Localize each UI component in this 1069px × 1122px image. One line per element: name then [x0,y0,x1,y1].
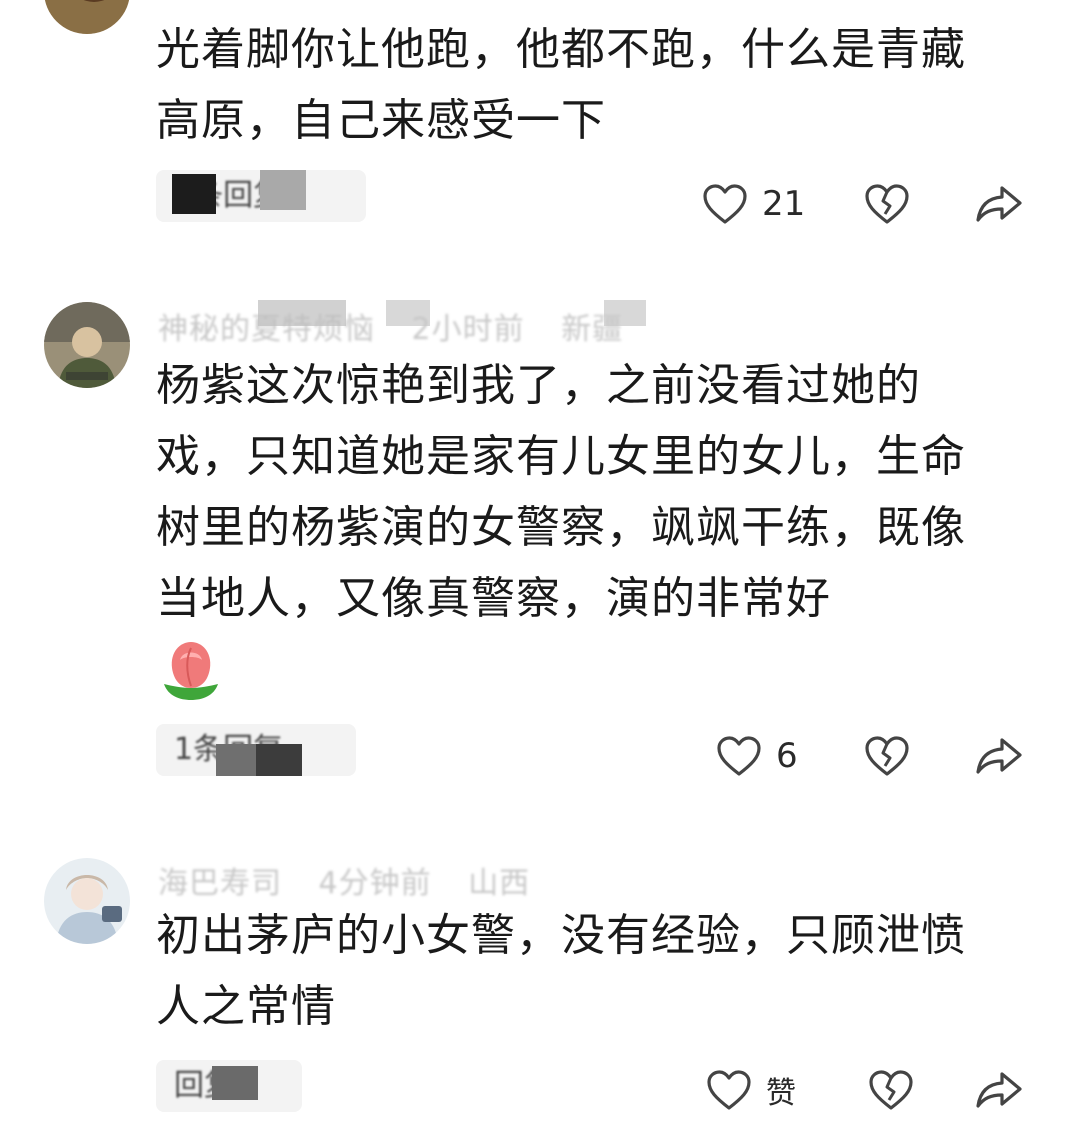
like-count: 21 [762,184,806,224]
dislike-button[interactable] [864,174,910,234]
broken-heart-icon [869,1070,913,1110]
comment-text: 初出茅庐的小女警，没有经验，只顾泄愤人之常情 [156,910,966,1032]
mosaic-block [258,300,346,326]
share-arrow-icon [976,186,1022,222]
mosaic-block [386,300,430,326]
dislike-button[interactable] [868,1060,914,1120]
heart-outline-icon [703,184,747,224]
comment-3: 海巴寿司 4分钟前 山西 初出茅庐的小女警，没有经验，只顾泄愤人之常情 回复 赞 [0,848,1069,1122]
share-button[interactable] [975,174,1023,234]
broken-heart-icon [865,736,909,776]
heart-outline-icon [717,736,761,776]
rose-emoji-icon [164,642,218,700]
avatar[interactable] [44,302,130,388]
comment-actions: 21 [0,174,1069,234]
avatar[interactable] [44,0,130,34]
comment-time: 4分钟前 [318,866,432,901]
comment-1: 光着脚你让他跑，他都不跑，什么是青藏高原，自己来感受一下 1条回复 21 [0,0,1069,260]
comment-location: 山西 [468,866,531,901]
comment-actions: 赞 [0,1060,1069,1120]
share-arrow-icon [976,738,1022,774]
like-button[interactable]: 6 [716,726,798,786]
comment-2: 神秘的夏特烦恼 2小时前 新疆 杨紫这次惊艳到我了，之前没看过她的戏，只知道她是… [0,290,1069,810]
like-label: 赞 [766,1076,796,1111]
like-button[interactable]: 赞 [706,1060,796,1120]
comment-text: 光着脚你让他跑，他都不跑，什么是青藏高原，自己来感受一下 [156,24,966,146]
share-arrow-icon [976,1072,1022,1108]
share-button[interactable] [975,1060,1023,1120]
username[interactable]: 海巴寿司 [158,866,282,901]
dislike-button[interactable] [864,726,910,786]
mosaic-block [604,300,646,326]
broken-heart-icon [865,184,909,224]
heart-outline-icon [707,1070,751,1110]
like-button[interactable]: 21 [702,174,805,234]
avatar[interactable] [44,858,130,944]
like-count: 6 [776,736,798,776]
share-button[interactable] [975,726,1023,786]
comment-text: 杨紫这次惊艳到我了，之前没看过她的戏，只知道她是家有儿女里的女儿，生命树里的杨紫… [156,360,966,624]
comment-meta: 海巴寿司 4分钟前 山西 [158,858,556,902]
comment-actions: 6 [0,726,1069,786]
